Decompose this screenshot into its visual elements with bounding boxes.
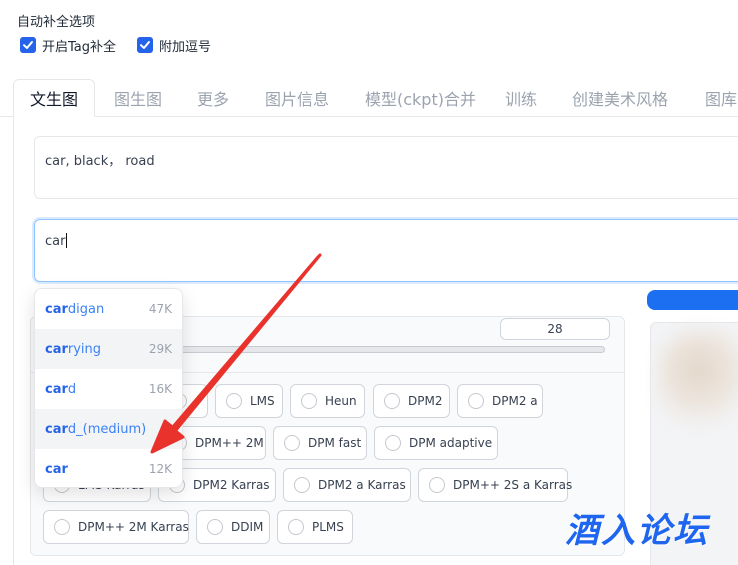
tab-png-info[interactable]: 图片信息 [265, 79, 329, 117]
sampler-radio[interactable]: DDIM [196, 510, 270, 544]
text-caret [66, 233, 68, 248]
suggestion-item[interactable]: card_(medium) [35, 409, 182, 449]
suggestion-rest: d [67, 381, 77, 397]
suggestion-match: car [45, 381, 68, 397]
sampler-label: DPM adaptive [409, 436, 493, 450]
radio-circle [301, 393, 317, 409]
checkbox-label: 附加逗号 [159, 39, 212, 55]
tag-autocomplete-dropdown: cardigan 47K carrying 29K card 16K card_… [34, 288, 183, 488]
checkbox-label: 开启Tag补全 [42, 39, 117, 55]
suggestion-count: 12K [148, 462, 172, 476]
positive-prompt-textarea[interactable]: car, black， road [34, 136, 738, 199]
autocomplete-options-title: 自动补全选项 [17, 15, 96, 30]
sampler-label: DPM2 a Karras [318, 478, 406, 492]
sampler-label: DPM fast [308, 436, 362, 450]
radio-circle [294, 477, 310, 493]
suggestion-match: car [45, 421, 68, 437]
tab-img2img[interactable]: 图生图 [114, 79, 162, 117]
tab-gallery[interactable]: 图库 [705, 79, 737, 117]
sampler-label: DPM++ 2M [195, 436, 264, 450]
radio-circle [288, 519, 304, 535]
watermark-logo: 酒入论坛 [565, 511, 709, 551]
suggestion-name: carrying [45, 342, 101, 357]
suggestion-name: car [45, 462, 68, 477]
sampler-radio[interactable]: DPM fast [273, 426, 367, 460]
check-icon[interactable] [137, 37, 153, 53]
sampler-label: DPM++ 2S a Karras [453, 478, 573, 492]
sampler-label: DPM2 a [492, 394, 538, 408]
prompt-input-textarea[interactable]: car [34, 219, 738, 282]
tab-extras[interactable]: 更多 [197, 79, 229, 117]
suggestion-name: card [45, 382, 76, 397]
radio-circle [54, 519, 70, 535]
suggestion-match: car [45, 461, 68, 477]
sampler-label: PLMS [312, 520, 344, 534]
sampler-radio[interactable]: PLMS [277, 510, 353, 544]
sampling-steps-slider[interactable] [180, 346, 605, 353]
suggestion-item[interactable]: cardigan 47K [35, 289, 182, 329]
sampler-radio[interactable]: Heun [290, 384, 365, 418]
sampler-radio[interactable]: DPM2 [373, 384, 450, 418]
tab-train[interactable]: 训练 [505, 79, 537, 117]
suggestion-match: car [45, 301, 68, 317]
suggestion-rest: d_(medium) [67, 421, 147, 437]
sampler-radio[interactable]: DPM2 a [457, 384, 543, 418]
preview-blur-image [658, 330, 738, 430]
suggestion-item[interactable]: carrying 29K [35, 329, 182, 369]
sampling-steps-input[interactable]: 28 [500, 318, 610, 340]
sampler-label: DPM++ 2M Karras [78, 520, 189, 534]
checkbox-append-comma[interactable]: 附加逗号 [137, 36, 212, 55]
suggestion-match: car [45, 341, 68, 357]
sampler-label: LMS [250, 394, 275, 408]
radio-circle [284, 435, 300, 451]
tab-txt2img[interactable]: 文生图 [13, 79, 96, 117]
radio-circle [468, 393, 484, 409]
radio-circle [385, 435, 401, 451]
suggestion-item[interactable]: car 12K [35, 449, 182, 487]
generate-button[interactable] [647, 290, 738, 310]
sampler-radio[interactable]: DPM++ 2S a Karras [418, 468, 572, 502]
suggestion-name: cardigan [45, 302, 104, 317]
suggestion-item[interactable]: card 16K [35, 369, 182, 409]
prompt-input-text: car [45, 234, 66, 249]
sampler-label: Heun [325, 394, 357, 408]
sampler-label: DDIM [231, 520, 264, 534]
suggestion-count: 29K [148, 342, 172, 356]
sampler-radio[interactable]: DPM2 a Karras [283, 468, 411, 502]
tab-create-style[interactable]: 创建美术风格 [572, 79, 668, 117]
sampler-label: DPM2 Karras [193, 478, 270, 492]
radio-circle [207, 519, 223, 535]
sampler-radio[interactable]: LMS [215, 384, 283, 418]
positive-prompt-text: car, black， road [45, 154, 155, 169]
radio-circle [226, 393, 242, 409]
suggestion-count: 16K [148, 382, 172, 396]
suggestion-rest: rying [67, 341, 102, 357]
suggestion-rest: digan [67, 301, 105, 317]
tab-checkpoint-merger[interactable]: 模型(ckpt)合并 [365, 79, 476, 117]
checkbox-enable-tag-autocomplete[interactable]: 开启Tag补全 [20, 36, 117, 55]
suggestion-count: 47K [148, 302, 172, 316]
sampler-radio[interactable]: DPM++ 2M Karras [43, 510, 189, 544]
radio-circle [429, 477, 445, 493]
suggestion-name: card_(medium) [45, 422, 146, 437]
check-icon[interactable] [20, 37, 36, 53]
sampler-label: DPM2 [408, 394, 443, 408]
sampler-radio[interactable]: DPM adaptive [374, 426, 498, 460]
radio-circle [384, 393, 400, 409]
